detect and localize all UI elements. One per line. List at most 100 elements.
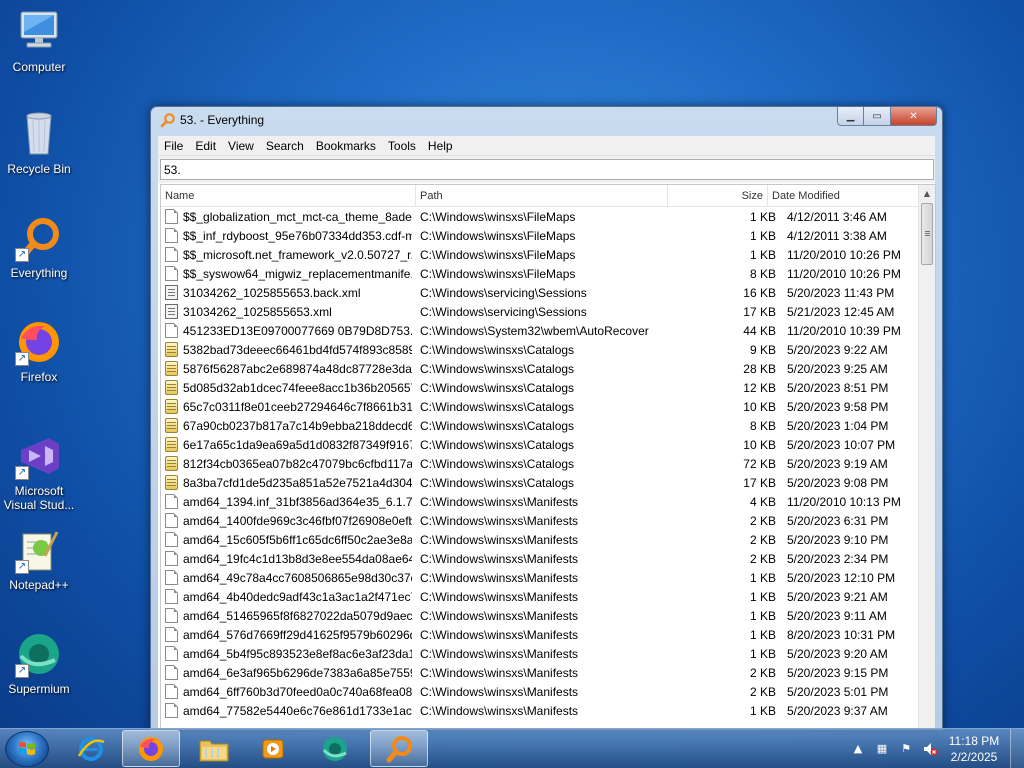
desktop-icon-everything[interactable]: ↗ Everything [1, 214, 77, 280]
network-icon[interactable]: ▦ [874, 741, 890, 757]
file-date-modified: 5/20/2023 9:22 AM [787, 342, 888, 357]
menu-tools[interactable]: Tools [382, 139, 422, 153]
cell-name: amd64_49c78a4cc7608506865e98d30c37ca... [161, 570, 416, 585]
desktop-icon-firefox[interactable]: ↗ Firefox [1, 318, 77, 384]
column-header-date[interactable]: Date Modified [768, 185, 920, 206]
desktop-icon-notepadpp[interactable]: ↗ Notepad++ [1, 526, 77, 592]
taskbar-internet-explorer[interactable] [62, 730, 120, 767]
clock-date: 2/2/2025 [950, 750, 998, 764]
table-row[interactable]: 31034262_1025855653.back.xml C:\Windows\s… [161, 283, 935, 302]
search-input[interactable] [160, 159, 934, 180]
file-size: 8 KB [749, 266, 776, 281]
table-row[interactable]: 67a90cb0237b817a7c14b9ebba218ddecd6... C:… [161, 416, 935, 435]
results-list[interactable]: Name Path Size Date Modified $$_globaliz… [160, 184, 936, 729]
table-row[interactable]: $$_inf_rdyboost_95e76b07334dd353.cdf-ms C… [161, 226, 935, 245]
table-row[interactable]: amd64_576d7669ff29d41625f9579b60296d... C… [161, 625, 935, 644]
table-row[interactable]: 6e17a65c1da9ea69a5d1d0832f87349f91674...… [161, 435, 935, 454]
menu-edit[interactable]: Edit [189, 139, 222, 153]
show-desktop-button[interactable] [1010, 729, 1024, 768]
table-row[interactable]: amd64_1400fde969c3c46fbf07f26908e0efb...… [161, 511, 935, 530]
file-date-modified: 5/20/2023 12:10 PM [787, 570, 896, 585]
table-row[interactable]: amd64_15c605f5b6ff1c65dc6ff50c2ae3e8a...… [161, 530, 935, 549]
cell-name: 65c7c0311f8e01ceeb27294646c7f8661b315... [161, 399, 416, 414]
file-path: C:\Windows\winsxs\Catalogs [420, 361, 575, 376]
column-header-size[interactable]: Size [668, 185, 768, 206]
table-row[interactable]: 5876f56287abc2e689874a48dc87728e3da0... C… [161, 359, 935, 378]
everything-window[interactable]: 53. - Everything ▁ ▭ ✕ File Edit View Se… [150, 106, 943, 730]
maximize-icon: ▭ [872, 110, 882, 122]
table-row[interactable]: amd64_6ff760b3d70feed0a0c740a68fea08d...… [161, 682, 935, 701]
desktop-icon-computer[interactable]: Computer [1, 8, 77, 74]
table-row[interactable]: amd64_4b40dedc9adf43c1a3ac1a2f471ec7... C… [161, 587, 935, 606]
action-center-flag-icon[interactable]: ⚑ [898, 741, 914, 757]
table-row[interactable]: amd64_77582e5440e6c76e861d1733e1ac9e... C… [161, 701, 935, 720]
file-name: 31034262_1025855653.xml [183, 304, 332, 319]
maximize-button[interactable]: ▭ [864, 107, 891, 126]
volume-muted-icon[interactable] [922, 741, 938, 757]
file-icon [165, 684, 178, 699]
table-row[interactable]: amd64_19fc4c1d13b8d3e8ee554da08ae647... C… [161, 549, 935, 568]
column-header-name[interactable]: Name [161, 185, 416, 206]
taskbar-firefox[interactable] [122, 730, 180, 767]
xml-file-icon [165, 304, 178, 319]
taskbar-supermium[interactable] [306, 730, 364, 767]
table-row[interactable]: $$_microsoft.net_framework_v2.0.50727_r.… [161, 245, 935, 264]
close-button[interactable]: ✕ [891, 107, 937, 126]
file-path: C:\Windows\winsxs\Catalogs [420, 399, 575, 414]
caption-buttons: ▁ ▭ ✕ [837, 107, 937, 126]
file-size: 8 KB [749, 418, 776, 433]
table-row[interactable]: 451233ED13E09700077669 0B79D8D753.mof C:\… [161, 321, 935, 340]
cell-name: 812f34cb0365ea07b82c47079bc6cfbd117a6... [161, 456, 416, 471]
taskbar-everything[interactable] [370, 730, 428, 767]
taskbar-media-player[interactable] [244, 730, 302, 767]
file-size: 17 KB [743, 304, 776, 319]
column-header-path[interactable]: Path [416, 185, 668, 206]
desktop-icon-visual-studio[interactable]: ↗ Microsoft Visual Stud... [1, 432, 77, 512]
shortcut-arrow-icon: ↗ [15, 466, 29, 480]
cell-name: amd64_576d7669ff29d41625f9579b60296d... [161, 627, 416, 642]
table-row[interactable]: 5382bad73deeec66461bd4fd574f893c8589... C… [161, 340, 935, 359]
table-row[interactable]: 812f34cb0365ea07b82c47079bc6cfbd117a6...… [161, 454, 935, 473]
file-size: 1 KB [749, 703, 776, 718]
table-row[interactable]: amd64_6e3af965b6296de7383a6a85e7559c... C… [161, 663, 935, 682]
table-row[interactable]: 65c7c0311f8e01ceeb27294646c7f8661b315...… [161, 397, 935, 416]
scroll-thumb[interactable] [921, 203, 933, 265]
menu-file[interactable]: File [158, 139, 189, 153]
table-row[interactable]: $$_globalization_mct_mct-ca_theme_8ade..… [161, 207, 935, 226]
show-hidden-icons-icon[interactable]: ▲ [850, 741, 866, 757]
desktop-icon-supermium[interactable]: ↗ Supermium [1, 630, 77, 696]
table-row[interactable]: 5d085d32ab1dcec74feee8acc1b36b205657... C… [161, 378, 935, 397]
menu-bookmarks[interactable]: Bookmarks [310, 139, 382, 153]
file-path: C:\Windows\winsxs\FileMaps [420, 266, 576, 281]
clock[interactable]: 11:18 PM 2/2/2025 [942, 733, 1006, 765]
taskbar-explorer[interactable] [185, 730, 243, 767]
file-path: C:\Windows\winsxs\Catalogs [420, 456, 575, 471]
menu-view[interactable]: View [222, 139, 260, 153]
scroll-up-arrow-icon[interactable]: ▲ [919, 185, 935, 202]
start-button[interactable] [5, 731, 49, 767]
menu-search[interactable]: Search [260, 139, 310, 153]
minimize-button[interactable]: ▁ [837, 107, 864, 126]
file-date-modified: 5/20/2023 6:31 PM [787, 513, 889, 528]
visual-studio-icon: ↗ [15, 432, 63, 480]
file-size: 2 KB [749, 665, 776, 680]
table-row[interactable]: amd64_5b4f95c893523e8ef8ac6e3af23da17...… [161, 644, 935, 663]
file-path: C:\Windows\servicing\Sessions [420, 304, 587, 319]
table-row[interactable]: 8a3ba7cfd1de5d235a851a52e7521a4d3048... C… [161, 473, 935, 492]
table-row[interactable]: $$_syswow64_migwiz_replacementmanife... C… [161, 264, 935, 283]
table-row[interactable]: amd64_51465965f8f6827022da5079d9aec2... C… [161, 606, 935, 625]
file-date-modified: 5/20/2023 9:10 PM [787, 532, 889, 547]
file-date-modified: 5/20/2023 9:08 PM [787, 475, 889, 490]
desktop-icon-recycle-bin[interactable]: Recycle Bin [1, 110, 77, 176]
desktop-icon-label: Computer [12, 60, 66, 74]
menu-help[interactable]: Help [422, 139, 459, 153]
table-row[interactable]: 31034262_1025855653.xml C:\Windows\servic… [161, 302, 935, 321]
window-titlebar[interactable]: 53. - Everything ▁ ▭ ✕ [151, 107, 942, 133]
table-row[interactable]: amd64_1394.inf_31bf3856ad364e35_6.1.76..… [161, 492, 935, 511]
file-path: C:\Windows\winsxs\Manifests [420, 589, 579, 604]
file-date-modified: 5/20/2023 10:07 PM [787, 437, 896, 452]
file-name: amd64_6e3af965b6296de7383a6a85e7559c... [183, 665, 412, 680]
vertical-scrollbar[interactable]: ▲ [918, 185, 935, 728]
file-path: C:\Windows\winsxs\Catalogs [420, 418, 575, 433]
table-row[interactable]: amd64_49c78a4cc7608506865e98d30c37ca... C… [161, 568, 935, 587]
